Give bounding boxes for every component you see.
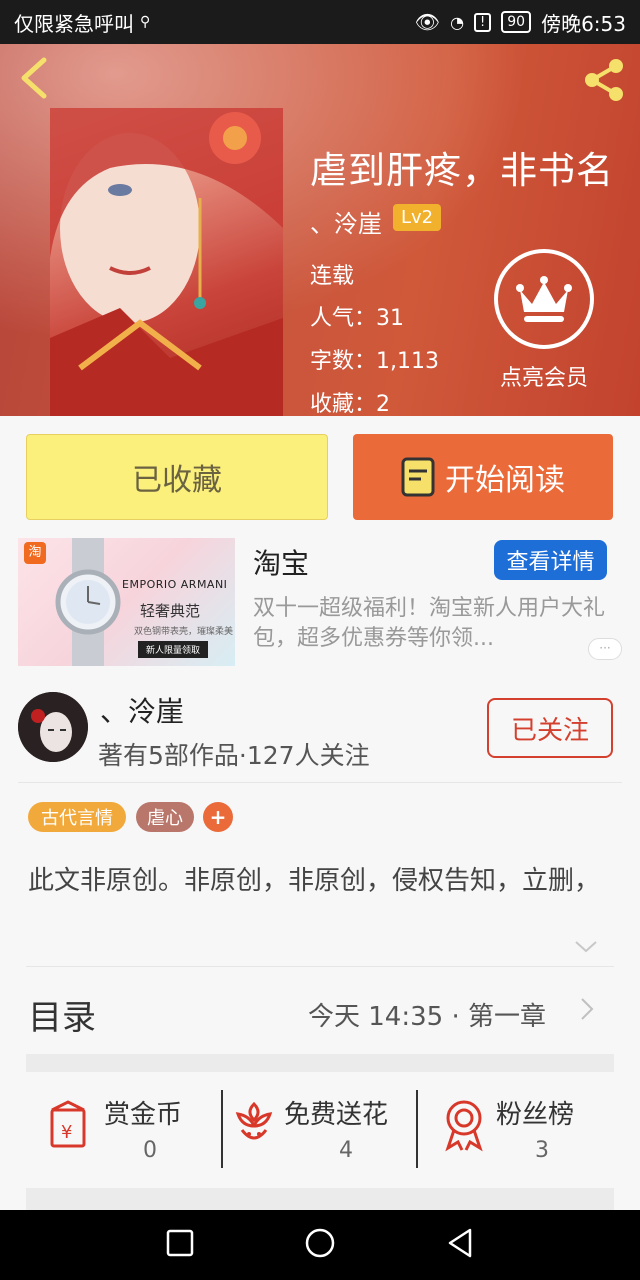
book-header: 虐到肝疼，非书名 、泠崖 Lv2 连载 人气：31 字数：1,113 收藏：2 … — [0, 44, 640, 416]
ad-image-brand: EMPORIO ARMANI — [122, 578, 228, 591]
vip-button[interactable] — [494, 249, 594, 349]
book-author[interactable]: 、泠崖 — [310, 204, 382, 239]
expand-chevron-icon[interactable] — [574, 938, 598, 959]
circle-icon — [305, 1228, 335, 1258]
start-reading-button[interactable]: 开始阅读 — [353, 434, 613, 520]
book-synopsis: 此文非原创。非原创，非原创，侵权告知，立删， — [28, 866, 601, 896]
vip-label[interactable]: 点亮会员 — [480, 360, 608, 392]
stat-label-flowers[interactable]: 免费送花 — [284, 1094, 388, 1131]
ad-image-slogan: 轻奢典范 — [140, 602, 201, 620]
author-meta: 著有5部作品·127人关注 — [98, 741, 370, 770]
status-bar: 仅限紧急呼叫 ⚲ 👁 ◔ ! 90 傍晚6:53 — [0, 0, 640, 44]
cover-illustration — [50, 108, 283, 416]
follow-button[interactable]: 已关注 — [487, 698, 613, 758]
ad-image-cta: 新人限量领取 — [138, 641, 209, 658]
wifi-icon: ◔ — [450, 12, 465, 32]
toc-title: 目录 — [28, 998, 96, 1038]
tag-heartbreak[interactable]: 虐心 — [136, 802, 194, 832]
divider — [416, 1090, 418, 1168]
favorited-button[interactable]: 已收藏 — [26, 434, 328, 520]
share-button[interactable] — [580, 58, 628, 106]
triangle-back-icon — [448, 1228, 472, 1258]
stat-label-gold[interactable]: 赏金币 — [104, 1094, 182, 1131]
favorited-label: 已收藏 — [132, 463, 222, 498]
usb-icon: ⚲ — [140, 14, 151, 30]
ad-image[interactable]: 淘 EMPORIO ARMANI 轻奢典范 双色钢带表壳，璀璨柔美 新人限量领取 — [18, 538, 235, 666]
tag-ancient-romance[interactable]: 古代言情 — [28, 802, 126, 832]
author-name[interactable]: 、泠崖 — [100, 690, 184, 730]
chevron-right-icon — [580, 996, 594, 1029]
back-arrow-icon — [21, 57, 47, 99]
alert-icon: ! — [474, 12, 492, 32]
divider — [26, 966, 614, 967]
home-button[interactable] — [304, 1227, 336, 1263]
ad-more-button[interactable]: ··· — [588, 638, 622, 660]
book-cover-image[interactable] — [50, 108, 283, 416]
carrier-text: 仅限紧急呼叫 — [14, 11, 134, 36]
stat-value-fans: 3 — [535, 1138, 549, 1163]
stat-value-flowers: 4 — [339, 1138, 353, 1163]
crown-icon — [516, 276, 572, 322]
author-level-badge: Lv2 — [393, 204, 442, 231]
medal-icon[interactable] — [442, 1098, 486, 1156]
book-favorites: 收藏：2 — [310, 392, 390, 416]
battery-icon: 90 — [501, 11, 532, 33]
toc-latest-chapter: 今天 14:35 · 第一章 — [308, 1002, 546, 1032]
share-icon — [585, 59, 623, 101]
square-icon — [166, 1229, 194, 1257]
divider — [18, 782, 622, 783]
ad-details-button[interactable]: 查看详情 — [494, 540, 607, 580]
svg-text:¥: ¥ — [61, 1122, 72, 1143]
system-nav-bar — [0, 1210, 640, 1280]
add-tag-button[interactable]: + — [203, 802, 233, 832]
back-button[interactable] — [16, 56, 52, 104]
taobao-logo-icon: 淘 — [24, 542, 46, 564]
ad-brand-name: 淘宝 — [253, 547, 310, 580]
follow-label: 已关注 — [510, 715, 589, 746]
divider — [221, 1090, 223, 1168]
book-popularity: 人气：31 — [310, 306, 404, 331]
book-title: 虐到肝疼，非书名 — [310, 149, 614, 192]
author-avatar[interactable] — [18, 692, 88, 762]
ad-description[interactable]: 双十一超级福利！淘宝新人用户大礼包，超多优惠券等你领... — [253, 594, 605, 654]
avatar-illustration — [18, 692, 88, 762]
section-separator — [26, 1188, 614, 1210]
flower-icon[interactable] — [232, 1100, 276, 1154]
start-reading-label: 开始阅读 — [445, 463, 565, 498]
book-word-count: 字数：1,113 — [310, 349, 439, 374]
recent-apps-button[interactable] — [166, 1229, 194, 1261]
watch-icon — [55, 538, 121, 666]
stat-label-fans[interactable]: 粉丝榜 — [496, 1094, 574, 1131]
stat-value-gold: 0 — [143, 1138, 157, 1163]
red-envelope-icon[interactable]: ¥ — [48, 1100, 94, 1154]
clock: 傍晚6:53 — [541, 11, 626, 36]
ad-image-subtext: 双色钢带表壳，璀璨柔美 — [134, 627, 234, 637]
eye-icon: 👁 — [414, 10, 441, 34]
book-icon — [401, 457, 435, 497]
book-status: 连载 — [310, 264, 355, 289]
back-nav-button[interactable] — [446, 1227, 474, 1263]
section-separator — [26, 1054, 614, 1072]
